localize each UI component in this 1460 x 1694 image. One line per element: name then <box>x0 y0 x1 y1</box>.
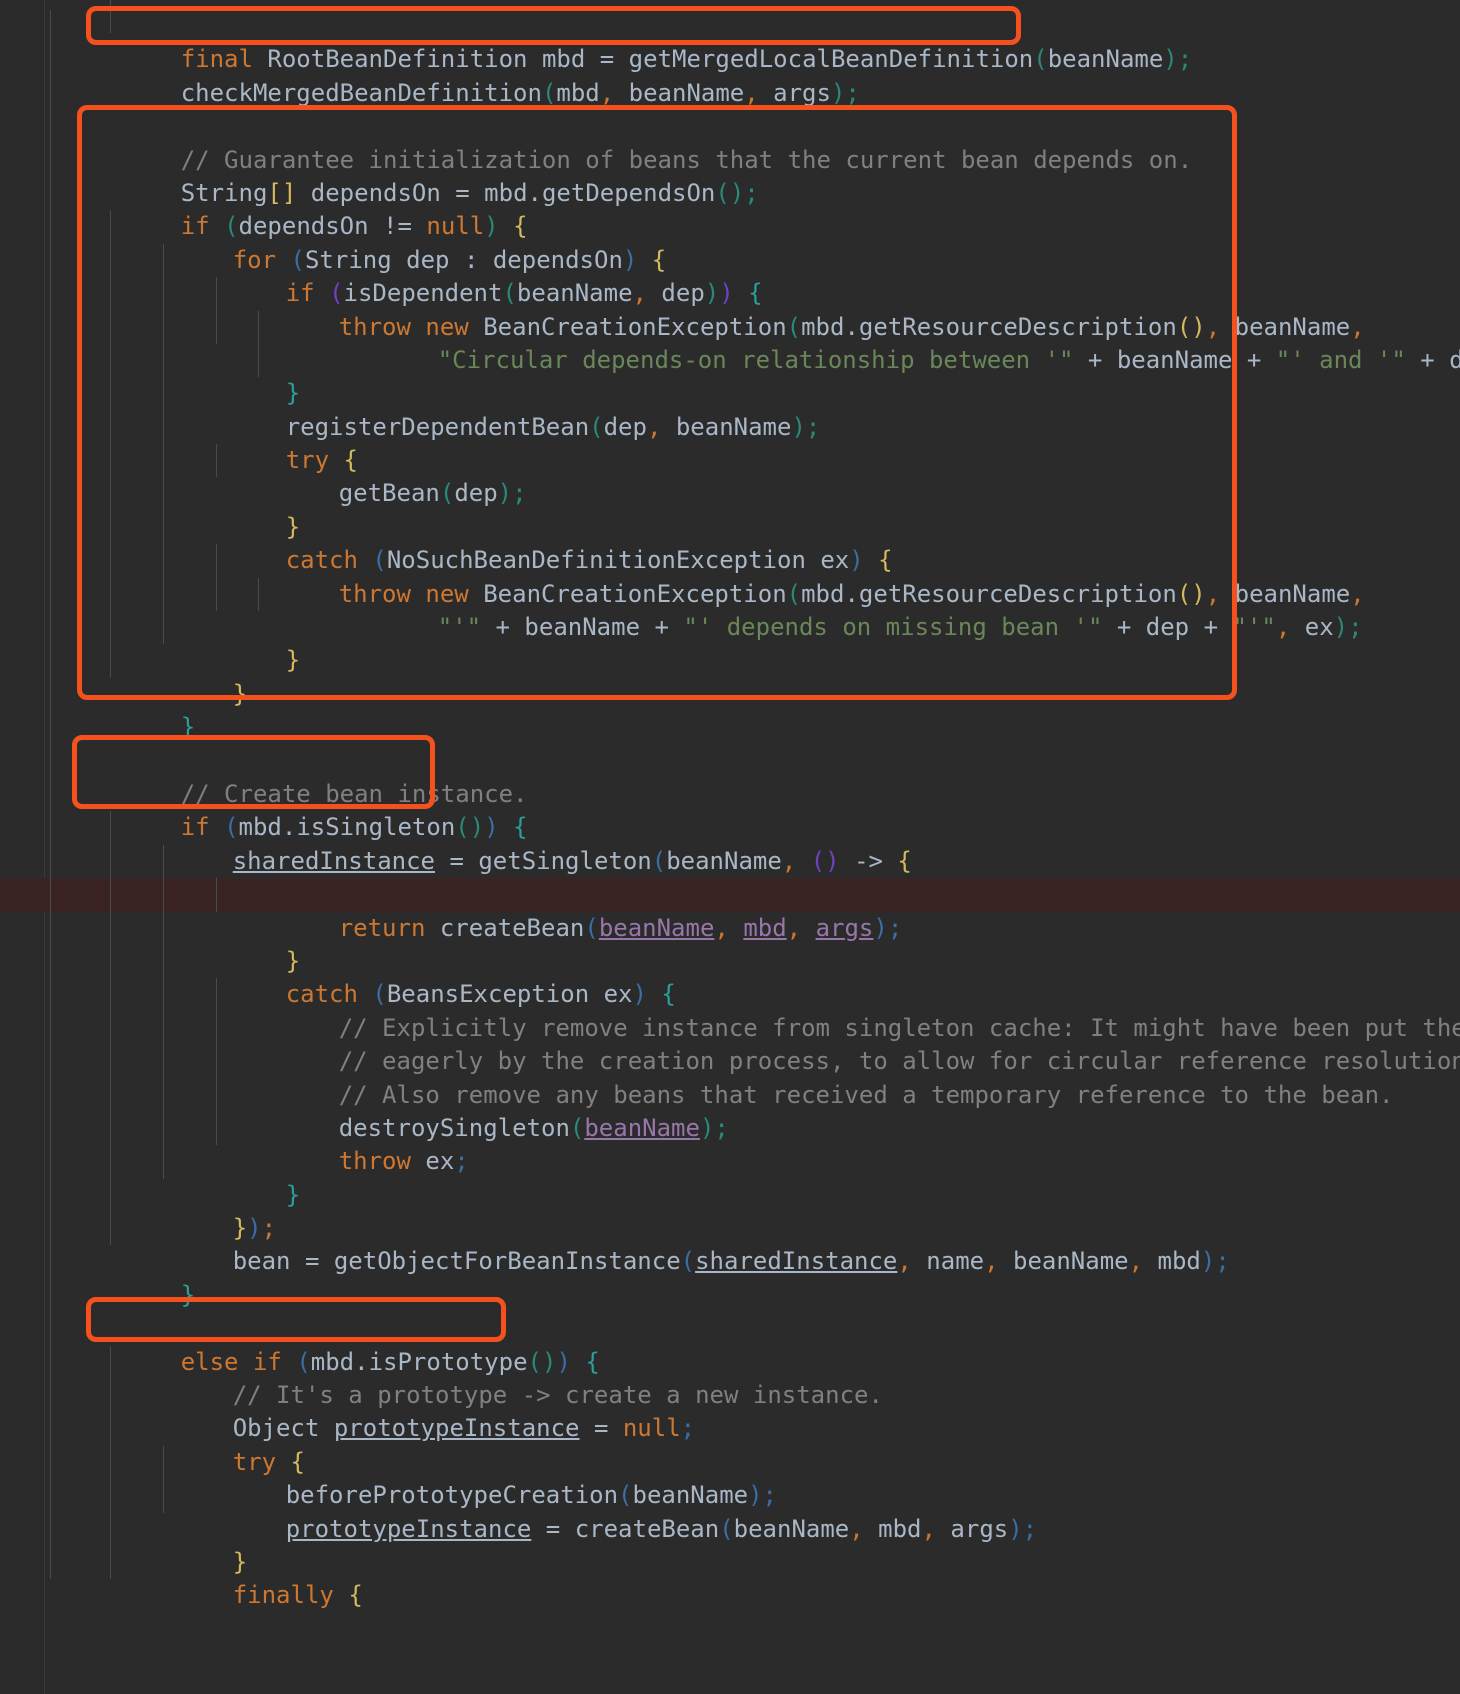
indent-guides <box>0 1011 1460 1046</box>
indent-guides <box>0 10 1460 44</box>
code-line[interactable]: if (mbd.isSingleton()) { <box>0 777 1460 841</box>
code-surface[interactable]: final RootBeanDefinition mbd = getMerged… <box>0 0 1460 1694</box>
code-line[interactable]: registerDependentBean(dep, beanName); <box>0 377 1460 441</box>
indent-guides <box>0 143 1460 177</box>
code-line[interactable]: catch (NoSuchBeanDefinitionException ex)… <box>0 510 1460 574</box>
indent-guides <box>0 377 1460 411</box>
code-line[interactable]: } <box>0 644 1460 708</box>
code-line[interactable]: } <box>0 477 1460 541</box>
indent-guides <box>0 43 1460 77</box>
indent-guides <box>0 1345 1460 1380</box>
indent-guides <box>0 210 1460 244</box>
indent-guides <box>0 1078 1460 1112</box>
indent-guides <box>0 1545 1460 1580</box>
indent-guides <box>0 711 1460 745</box>
indent-guides <box>0 911 1460 945</box>
code-line[interactable]: throw new BeanCreationException(mbd.getR… <box>0 277 1460 341</box>
indent-guides <box>0 644 1460 678</box>
code-line[interactable]: } <box>0 343 1460 407</box>
code-line[interactable]: throw new BeanCreationException(mbd.getR… <box>0 544 1460 608</box>
indent-guides <box>0 978 1460 1012</box>
code-line[interactable]: try { <box>0 844 1460 908</box>
indent-guides <box>0 944 1460 979</box>
code-line[interactable]: prototypeInstance = createBean(beanName,… <box>0 1479 1460 1543</box>
code-line[interactable]: } <box>0 911 1460 975</box>
indent-guides <box>0 544 1460 578</box>
code-line[interactable]: checkMergedBeanDefinition(mbd, beanName,… <box>0 43 1460 107</box>
code-line[interactable]: throw ex; <box>0 1111 1460 1175</box>
code-line-blank[interactable] <box>0 1278 1460 1313</box>
code-line[interactable]: bean = getObjectForBeanInstance(sharedIn… <box>0 1212 1460 1275</box>
indent-guides <box>0 310 1460 344</box>
indent-guides <box>0 1212 1460 1246</box>
indent-guides <box>0 76 1460 111</box>
indent-guides <box>0 1312 1460 1346</box>
code-line[interactable]: if (dependsOn != null) { <box>0 176 1460 240</box>
code-line[interactable]: beforePrototypeCreation(beanName); <box>0 1445 1460 1509</box>
code-line[interactable]: } <box>0 1512 1460 1576</box>
code-line[interactable]: if (isDependent(beanName, dep)) { <box>0 243 1460 307</box>
code-line[interactable]: // Create bean instance. <box>0 744 1460 808</box>
code-line[interactable]: try { <box>0 410 1460 474</box>
code-line-blank[interactable] <box>0 76 1460 111</box>
indent-guides <box>0 410 1460 445</box>
indent-guides <box>0 110 1460 144</box>
code-editor[interactable]: final RootBeanDefinition mbd = getMerged… <box>0 0 1460 1694</box>
indent-guides <box>0 577 1460 612</box>
code-line[interactable]: } <box>0 1145 1460 1209</box>
code-line[interactable]: destroySingleton(beanName); <box>0 1078 1460 1142</box>
indent-guides <box>0 1145 1460 1179</box>
code-line[interactable]: } <box>0 611 1460 674</box>
code-line[interactable]: // eagerly by the creation process, to a… <box>0 1011 1460 1075</box>
indent-guides <box>0 176 1460 211</box>
indent-guides <box>0 277 1460 311</box>
token-keyword: finally <box>232 1581 334 1610</box>
indent-guides <box>0 1512 1460 1546</box>
indent-guides <box>0 1479 1460 1513</box>
indent-guides <box>0 1178 1460 1213</box>
indent-guides <box>0 878 1460 912</box>
code-line[interactable]: final RootBeanDefinition mbd = getMerged… <box>0 10 1460 73</box>
code-line[interactable]: catch (BeansException ex) { <box>0 944 1460 1008</box>
indent-guides <box>0 343 1460 378</box>
code-line[interactable]: "'" + beanName + "' depends on missing b… <box>0 577 1460 641</box>
code-line[interactable]: "Circular depends-on relationship betwee… <box>0 310 1460 374</box>
code-line[interactable]: // Guarantee initialization of beans tha… <box>0 110 1460 174</box>
indent-guides <box>0 1111 1460 1146</box>
indent-guides <box>0 1045 1460 1079</box>
indent-guides <box>0 1412 1460 1446</box>
code-line[interactable]: }); <box>0 1178 1460 1242</box>
indent-guides <box>0 777 1460 812</box>
token-brace: { <box>348 1581 363 1610</box>
indent-guides <box>0 1445 1460 1480</box>
indent-guides <box>0 611 1460 645</box>
code-line[interactable]: try { <box>0 1412 1460 1476</box>
code-line-execution-point[interactable]: return createBean(beanName, mbd, args); <box>0 878 1460 942</box>
indent-guides <box>0 444 1460 478</box>
code-line[interactable]: // It's a prototype -> create a new inst… <box>0 1345 1460 1409</box>
indent-guides <box>0 477 1460 511</box>
indent-guides <box>0 1245 1460 1279</box>
code-line[interactable]: finally { <box>0 1545 1460 1609</box>
code-line[interactable]: // Also remove any beans that received a… <box>0 1045 1460 1109</box>
indent-guides <box>0 243 1460 278</box>
code-line[interactable]: String[] dependsOn = mbd.getDependsOn(); <box>0 143 1460 207</box>
indent-guides <box>0 510 1460 545</box>
indent-guides <box>0 744 1460 778</box>
code-line[interactable]: else if (mbd.isPrototype()) { <box>0 1312 1460 1376</box>
code-line[interactable]: getBean(dep); <box>0 444 1460 507</box>
code-line[interactable]: for (String dep : dependsOn) { <box>0 210 1460 274</box>
code-line-blank[interactable] <box>0 711 1460 745</box>
indent-guides <box>0 1379 1460 1413</box>
code-line[interactable]: sharedInstance = getSingleton(beanName, … <box>0 811 1460 875</box>
indent-guides <box>0 677 1460 712</box>
code-line[interactable]: } <box>0 1245 1460 1309</box>
indent-guides <box>0 1278 1460 1313</box>
indent-guides <box>0 811 1460 845</box>
code-line[interactable]: } <box>0 677 1460 741</box>
indent-guides <box>0 844 1460 879</box>
code-line[interactable]: Object prototypeInstance = null; <box>0 1379 1460 1442</box>
code-line[interactable]: // Explicitly remove instance from singl… <box>0 978 1460 1042</box>
